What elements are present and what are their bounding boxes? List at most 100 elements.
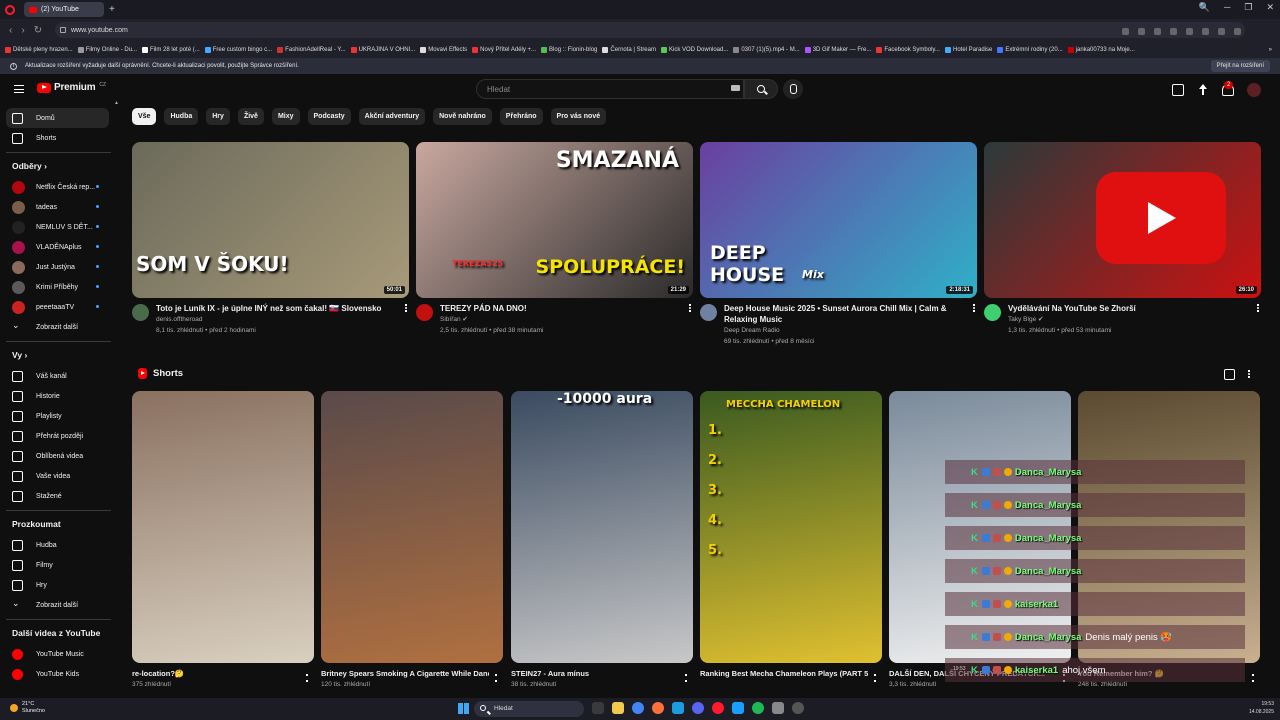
url-field[interactable]: www.youtube.com [55,22,1245,38]
video-title[interactable]: Deep House Music 2025 • Sunset Aurora Ch… [724,303,964,325]
video-thumbnail[interactable]: 26:10 [984,142,1261,298]
short-more-icon[interactable] [306,674,308,682]
heart-icon[interactable] [1170,28,1177,35]
short-title[interactable]: Britney Spears Smoking A Cigarette While… [321,669,489,678]
video-thumbnail[interactable]: DEEP HOUSE Mix 2:18:31 [700,142,977,298]
youtube-premium-logo[interactable]: Premium CZ [37,82,106,93]
filter-chip[interactable]: Podcasty [307,108,351,125]
steam-icon[interactable] [732,702,744,714]
bookmark-item[interactable]: Free custom bingo c... [204,46,272,53]
video-card[interactable]: 26:10 Vydělávání Na YouTube Se Zhorší Taky… [984,142,1261,353]
channel-name[interactable]: Sibířan ✔ [440,314,468,325]
capcut-icon[interactable] [772,702,784,714]
short-title[interactable]: STEIN27 - Aura mínus [511,669,679,678]
sidebar-subscription[interactable]: VLADĚNAplus [6,237,109,257]
settings-icon[interactable] [1154,28,1161,35]
sidebar-item-youtube-app[interactable]: YouTube Kids [6,664,109,684]
bookmark-item[interactable]: 3D Gif Maker — Fre... [804,46,871,53]
sidebar-item-playlists[interactable]: Playlisty [6,406,109,426]
sidebar-item-liked[interactable]: Oblíbená videa [6,446,109,466]
filter-chip[interactable]: Akční adventury [358,108,426,125]
filter-chip[interactable]: Mixy [271,108,300,125]
extensions-icon[interactable] [1202,28,1209,35]
bookmark-item[interactable]: Facebook Symboly... [876,46,940,53]
short-title[interactable]: Ranking Best Mecha Chameleon Plays (PART… [700,669,868,678]
short-more-icon[interactable] [495,674,497,682]
bookmark-item[interactable]: Film 28 let poté (... [142,46,200,53]
channel-name[interactable]: Taky Blge ✔ [1008,314,1043,325]
bookmark-item[interactable]: Extrémní rodiny (20... [997,46,1063,53]
tab-search-icon[interactable]: 🔍 [1199,2,1210,13]
video-card[interactable]: DEEP HOUSE Mix 2:18:31 Deep House Music 2025… [700,142,977,353]
short-card[interactable]: re-location?🤔 375 zhlédnutí [132,391,314,688]
more-from-youtube-header[interactable]: Další videa z YouTube [12,628,100,638]
video-title[interactable]: TEREZY PÁD NA DNO! [440,303,680,314]
video-more-icon[interactable] [405,304,407,312]
video-card[interactable]: SOM V ŠOKU! 50:01 Toto je Luník IX - je úp… [132,142,409,353]
bookmark-item[interactable]: Kick VOD Download... [660,46,728,53]
sidebar-item-history[interactable]: Historie [6,386,109,406]
sidebar-item-home[interactable]: Domů [6,108,109,128]
short-more-icon[interactable] [1252,674,1254,682]
bookmark-item[interactable]: Blog :: Fionin-blog [541,46,597,53]
search-input[interactable]: Hledat [476,79,744,99]
channel-avatar[interactable] [984,304,1001,321]
sidebar-item-music[interactable]: Hudba [6,535,109,555]
task-view-icon[interactable] [592,702,604,714]
sidebar-item-your-videos[interactable]: Vaše videa [6,466,109,486]
opera-logo-icon[interactable] [5,4,15,15]
firefox-icon[interactable] [652,702,664,714]
scroll-up-arrow-icon[interactable]: ▲ [114,100,119,106]
channel-avatar[interactable] [416,304,433,321]
short-thumbnail[interactable]: MECCHA CHAMELON 1. 2. 3. 4. 5. [700,391,882,663]
go-to-extensions-button[interactable]: Přejít na rozšíření [1210,60,1270,72]
obs-icon[interactable] [792,702,804,714]
filter-chip[interactable]: Pro vás nové [550,108,607,125]
video-card[interactable]: SMAZANÁ SPOLUPRÁCE! TEREZA525 21:29 TEREZY P… [416,142,693,353]
windows-start-icon[interactable] [458,703,469,714]
bookmark-item[interactable]: Hotel Paradise [944,46,992,53]
close-button[interactable]: ✕ [1266,2,1274,13]
filter-chip[interactable]: Hry [206,108,230,125]
sidebar-show-more[interactable]: ⌄ Zobrazit další [6,317,109,337]
bookmark-item[interactable]: Černota | Stream [602,46,656,53]
sidebar-subscription[interactable]: NEMLUV S DĚT... [6,217,109,237]
minimize-button[interactable]: ─ [1224,2,1230,13]
short-more-icon[interactable] [874,674,876,682]
browser-tab[interactable]: (2) YouTube [24,2,104,17]
account-icon[interactable] [1234,28,1241,35]
filter-chip[interactable]: Živě [237,108,264,125]
sidebar-subscription[interactable]: Krimi Příběhy [6,277,109,297]
subscriptions-header[interactable]: Odběry › [12,161,47,171]
explore-header[interactable]: Prozkoumat [12,519,61,529]
short-more-icon[interactable] [685,674,687,682]
bookmark-item[interactable]: 0307 (1)(5).mp4 - M... [733,46,800,53]
filter-chip[interactable]: Hudba [164,108,199,125]
video-more-icon[interactable] [1257,304,1259,312]
microphone-icon[interactable] [783,79,803,99]
shield-icon[interactable] [1186,28,1193,35]
keyboard-icon[interactable] [731,85,740,91]
filter-chip[interactable]: Nově nahráno [433,108,492,125]
sidebar-subscription[interactable]: tadeas [6,197,109,217]
opera-icon[interactable] [712,702,724,714]
edge-icon[interactable] [672,702,684,714]
menu-icon[interactable] [1218,28,1225,35]
maximize-button[interactable]: ❐ [1244,2,1252,13]
reload-icon[interactable]: ↻ [34,25,42,36]
short-card[interactable]: MECCHA CHAMELON 1. 2. 3. 4. 5. Ranking Best Me… [700,391,882,682]
bookmark-item[interactable]: Dětské pleny hrazen... [5,46,73,53]
discord-icon[interactable] [692,702,704,714]
back-icon[interactable]: ‹ [9,25,12,36]
channel-avatar[interactable] [700,304,717,321]
file-explorer-icon[interactable] [612,702,624,714]
chrome-icon[interactable] [632,702,644,714]
channel-avatar[interactable] [132,304,149,321]
short-thumbnail[interactable] [132,391,314,663]
channel-name[interactable]: Deep Dream Radio [724,325,780,336]
upload-icon[interactable] [1197,84,1209,96]
bookmark-item[interactable]: Filmy Online - Du... [77,46,137,53]
taskbar-search[interactable]: Hledat [474,701,584,717]
video-title[interactable]: Toto je Luník IX - je úplne INÝ než som … [156,303,396,314]
short-card[interactable]: -10000 aura STEIN27 - Aura mínus 38 tis. z… [511,391,693,688]
